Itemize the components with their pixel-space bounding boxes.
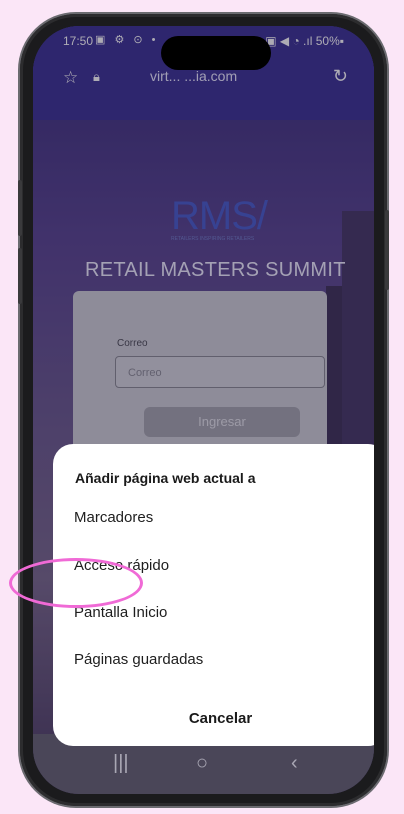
back-button[interactable]: ‹ bbox=[291, 752, 298, 775]
option-bookmarks[interactable]: Marcadores bbox=[74, 509, 153, 526]
home-button[interactable]: ○ bbox=[196, 752, 208, 775]
volume-button bbox=[18, 180, 22, 236]
option-saved-pages[interactable]: Páginas guardadas bbox=[74, 651, 203, 668]
screen: 17:50 ▣ ⚙ ⊙ • ▣ ◀ ◔ .ıl 50%▪ ☆ 🔒︎ virt..… bbox=[33, 26, 374, 794]
power-button bbox=[385, 210, 389, 290]
highlight-circle bbox=[9, 558, 143, 608]
camera-notch bbox=[161, 36, 271, 70]
cancel-button[interactable]: Cancelar bbox=[53, 710, 374, 727]
volume-button bbox=[18, 248, 22, 304]
recent-apps-button[interactable]: ||| bbox=[113, 752, 129, 775]
sheet-title: Añadir página web actual a bbox=[75, 470, 256, 486]
